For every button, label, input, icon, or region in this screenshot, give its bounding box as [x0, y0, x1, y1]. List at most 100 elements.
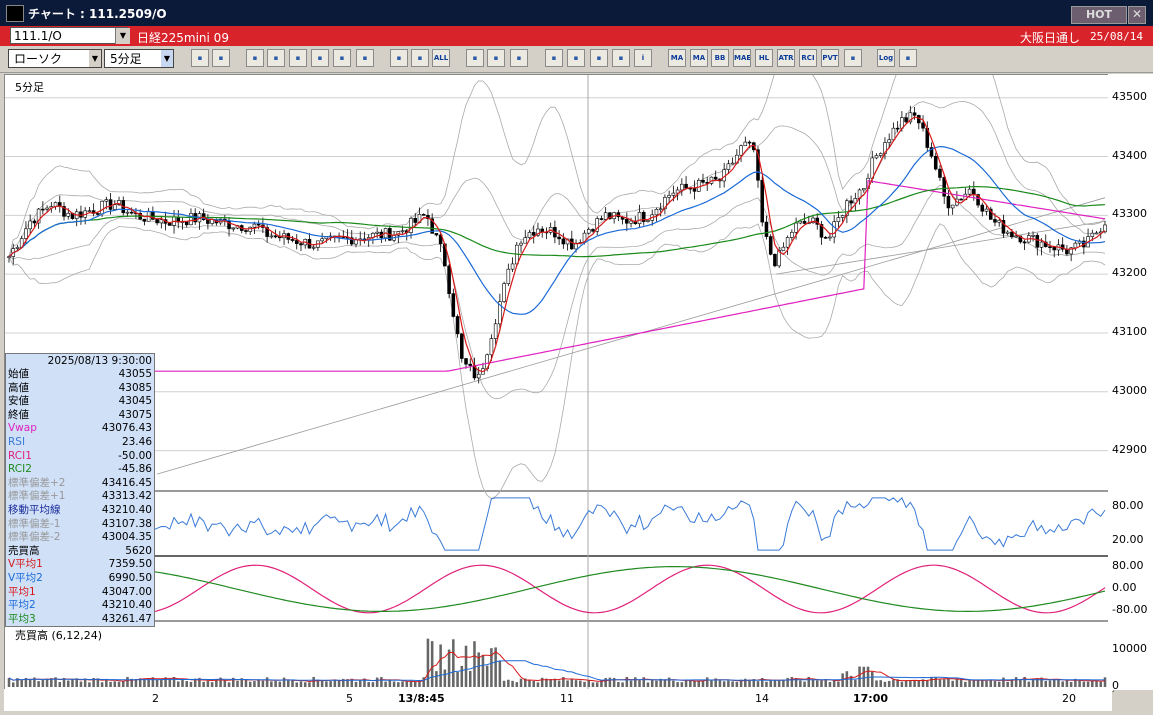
volume-bar	[672, 680, 675, 687]
zoom-icon[interactable]: ▪	[191, 49, 209, 67]
candle-body	[895, 127, 900, 130]
volume-bar	[66, 680, 70, 687]
settings-icon[interactable]: ▪	[466, 49, 484, 67]
info-icon[interactable]: i	[634, 49, 652, 67]
volume-bar	[655, 680, 658, 687]
panel-key: 平均3	[8, 612, 36, 625]
candle-body	[938, 168, 942, 178]
pvt-icon[interactable]: PVT	[821, 49, 839, 67]
volume-bar	[320, 680, 324, 687]
rci-icon[interactable]: RCI	[799, 49, 817, 67]
volume-bar	[629, 680, 633, 687]
chart-canvas[interactable]	[5, 45, 1113, 691]
volume-bar	[100, 682, 104, 687]
volume-bar	[380, 677, 383, 687]
candle-body	[189, 213, 193, 226]
hot-button[interactable]: HOT	[1071, 6, 1127, 24]
candle-body	[129, 211, 134, 214]
volume-bar	[693, 681, 696, 687]
down-arrow-icon[interactable]: ▪	[545, 49, 563, 67]
volume-bar	[210, 682, 214, 687]
ma-icon[interactable]: MA	[668, 49, 686, 67]
panel-value: 43210.40	[101, 599, 152, 612]
x-tick-label: 13/8:45	[398, 692, 445, 705]
volume-bar	[244, 679, 248, 687]
log-icon[interactable]: Log	[877, 49, 895, 67]
volume-bar	[951, 680, 954, 687]
pen-icon[interactable]: ▪	[246, 49, 264, 67]
volume-bar	[528, 680, 531, 687]
candle-body	[531, 232, 536, 236]
volume-label: 売買高 (6,12,24)	[15, 629, 103, 642]
candle-body	[434, 233, 439, 236]
candle-body	[823, 236, 828, 239]
volume-bar	[1048, 680, 1052, 687]
panel-row: V平均1 7359.50	[6, 558, 154, 571]
atr-icon[interactable]: ATR	[777, 49, 795, 67]
search-chart-icon[interactable]: ▪	[567, 49, 585, 67]
brush-icon[interactable]: ▪	[487, 49, 505, 67]
panel-row: 平均1 43047.00	[6, 586, 154, 599]
chart-type-select[interactable]: ローソク	[8, 49, 102, 68]
volume-bar	[227, 682, 231, 687]
export-icon[interactable]: ▪	[899, 49, 917, 67]
candle-body	[802, 220, 807, 224]
line-draw-icon[interactable]: ▪	[267, 49, 285, 67]
candle-body	[1094, 232, 1099, 235]
clear-icon[interactable]: ▪	[612, 49, 630, 67]
volume-bar	[1078, 680, 1081, 687]
chevron-down-icon[interactable]: ▼	[115, 28, 130, 44]
chart-area[interactable]: 5分足 売買高 (6,12,24)	[4, 45, 1114, 692]
undo-icon[interactable]: ▪	[311, 49, 329, 67]
market-name: 大阪日通し	[1020, 31, 1081, 45]
x-tick-label: 11	[560, 692, 574, 705]
volume-bar	[854, 679, 857, 687]
volume-bar	[1044, 680, 1048, 687]
volume-bar	[913, 680, 916, 687]
candle-body	[760, 179, 765, 223]
mae-icon[interactable]: MAE	[733, 49, 751, 67]
volume-bar	[646, 682, 650, 687]
volume-bar	[375, 677, 379, 687]
window-icon[interactable]: ▪	[212, 49, 230, 67]
volume-bar	[270, 681, 273, 687]
volume-bar	[189, 681, 193, 687]
all-icon[interactable]: ALL	[432, 49, 450, 67]
candle-body	[878, 153, 883, 156]
chevron-down-icon[interactable]: ▼	[89, 50, 101, 67]
candle-body	[290, 239, 295, 241]
candle-body	[832, 221, 836, 238]
trash-icon[interactable]: ▪	[356, 49, 374, 67]
hl-icon[interactable]: HL	[755, 49, 773, 67]
chevron-down-icon[interactable]: ▼	[161, 50, 173, 67]
chart-icon[interactable]: ▪	[590, 49, 608, 67]
panel-value: 43085	[118, 381, 152, 394]
panel-row: V平均2 6990.50	[6, 572, 154, 585]
candle-right-icon[interactable]: ▪	[411, 49, 429, 67]
frame-icon[interactable]: ▪	[844, 49, 862, 67]
color-icon[interactable]: ▪	[510, 49, 528, 67]
volume-bar	[705, 677, 709, 687]
candle-body	[184, 221, 189, 226]
panel-value: 43313.42	[101, 490, 152, 503]
volume-bar	[248, 681, 252, 687]
candle-body	[354, 239, 358, 245]
candle-body	[950, 204, 955, 209]
list-icon[interactable]: ▪	[333, 49, 351, 67]
volume-bar	[88, 682, 91, 687]
cursor-icon[interactable]: ▪	[289, 49, 307, 67]
volume-bar	[697, 680, 701, 687]
symbol-input[interactable]: 111.1/O	[10, 27, 128, 44]
candle-left-icon[interactable]: ▪	[390, 49, 408, 67]
x-tick-label: 5	[346, 692, 353, 705]
vma-icon[interactable]: MA	[690, 49, 708, 67]
panel-row: RSI 23.46	[6, 436, 154, 449]
title-bar[interactable]: チャート : 111.2509/O HOT ✕	[0, 0, 1153, 26]
candle-body	[713, 176, 718, 180]
close-icon[interactable]: ✕	[1128, 6, 1146, 24]
price-tick-label: 43400	[1112, 148, 1147, 162]
volume-bar	[325, 681, 328, 687]
candle-body	[256, 223, 261, 226]
bb-icon[interactable]: BB	[711, 49, 729, 67]
volume-bar	[464, 645, 468, 687]
